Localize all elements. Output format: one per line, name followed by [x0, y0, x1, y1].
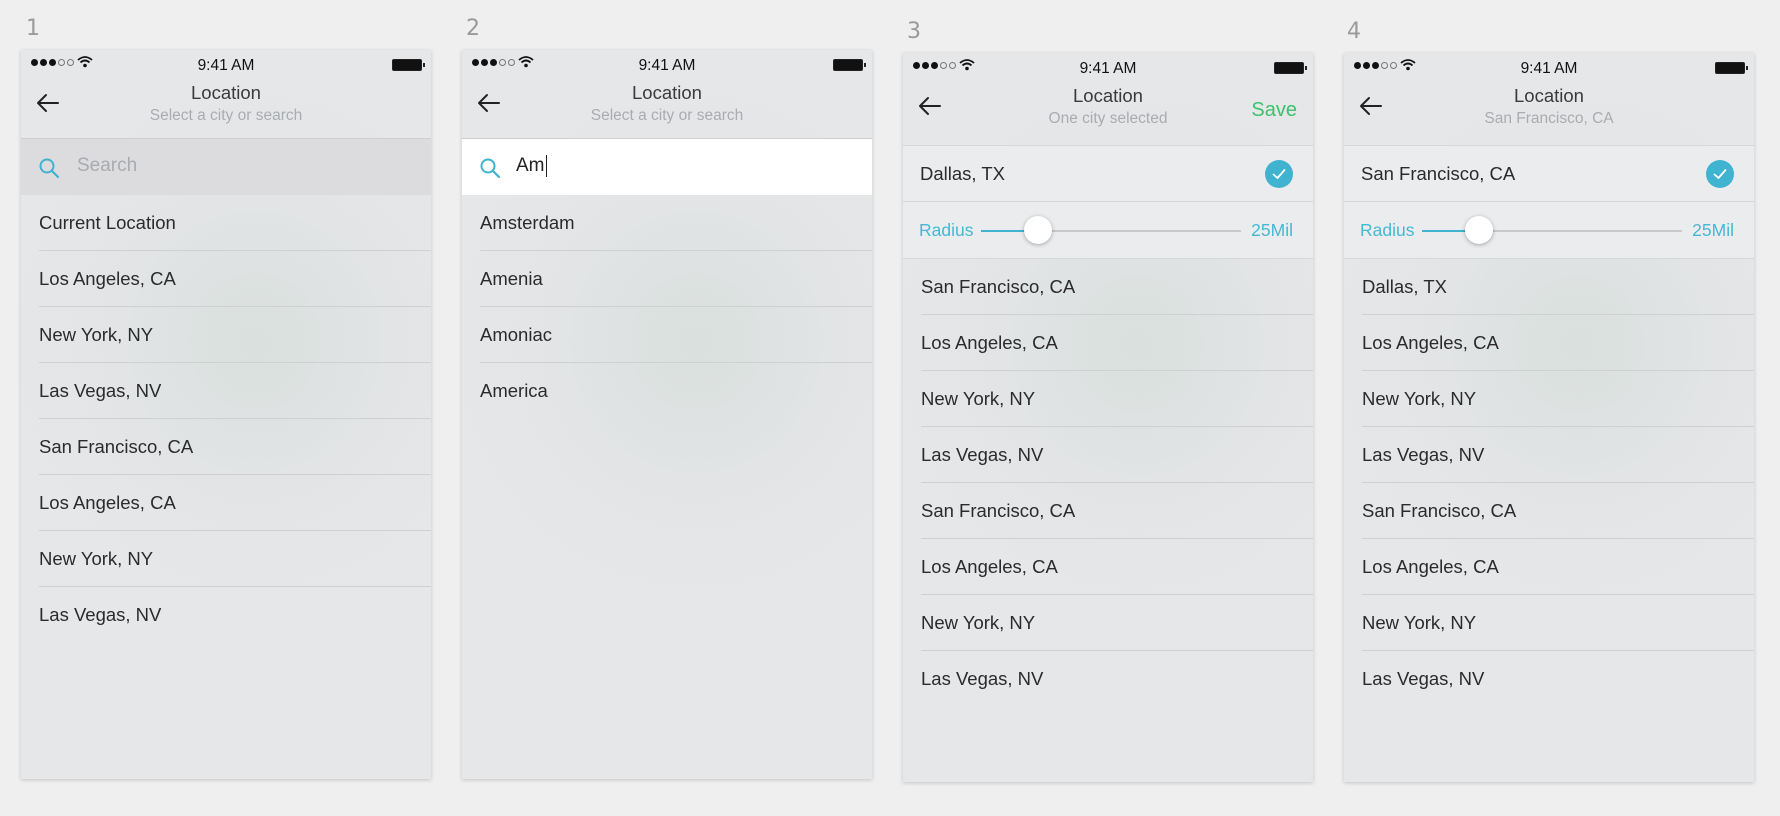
battery-icon [833, 59, 866, 71]
list-item[interactable]: Dallas, TX [1344, 259, 1754, 315]
search-input[interactable]: Am [516, 155, 547, 177]
list-item[interactable]: Los Angeles, CA [21, 251, 431, 307]
list-item[interactable]: Las Vegas, NV [903, 651, 1313, 707]
radius-slider[interactable] [1422, 216, 1682, 244]
search-input[interactable] [75, 154, 399, 178]
slider-thumb[interactable] [1465, 216, 1494, 244]
radius-label: Radius [919, 220, 974, 240]
nav-bar: Location San Francisco, CA [1344, 79, 1754, 145]
list-item[interactable]: New York, NY [21, 531, 431, 587]
list-item[interactable]: Amenia [462, 251, 872, 307]
list-item[interactable]: Los Angeles, CA [903, 539, 1313, 595]
city-list: San Francisco, CA Los Angeles, CA New Yo… [903, 259, 1313, 707]
nav-bar: Location One city selected Save [903, 79, 1313, 145]
page-subtitle: San Francisco, CA [1484, 110, 1614, 127]
list-item[interactable]: New York, NY [903, 595, 1313, 651]
radius-value: 25Mil [1692, 220, 1734, 240]
list-item[interactable]: Los Angeles, CA [21, 475, 431, 531]
page-title: Location [632, 82, 702, 103]
list-item[interactable]: San Francisco, CA [21, 419, 431, 475]
step-number: 1 [26, 16, 40, 41]
status-bar: 9:41 AM [21, 50, 431, 76]
list-item[interactable]: Los Angeles, CA [903, 315, 1313, 371]
search-bar[interactable]: Am [462, 138, 872, 195]
search-results-list: Amsterdam Amenia Amoniac America [462, 195, 872, 419]
battery-icon [392, 59, 425, 71]
list-item[interactable]: Amsterdam [462, 195, 872, 251]
checkmark-circle-icon[interactable] [1706, 160, 1734, 188]
list-item[interactable]: New York, NY [1344, 371, 1754, 427]
status-time: 9:41 AM [1079, 60, 1137, 77]
list-item[interactable]: San Francisco, CA [903, 483, 1313, 539]
battery-icon [1274, 62, 1307, 74]
list-item[interactable]: America [462, 363, 872, 419]
status-bar: 9:41 AM [462, 50, 872, 76]
list-item[interactable]: Las Vegas, NV [21, 363, 431, 419]
page-title: Location [1514, 85, 1584, 106]
radius-row: Radius 25Mil [1344, 202, 1754, 259]
status-time: 9:41 AM [638, 57, 696, 74]
nav-bar: Location Select a city or search [21, 76, 431, 138]
page-subtitle: Select a city or search [149, 107, 303, 124]
list-item[interactable]: Las Vegas, NV [903, 427, 1313, 483]
list-item[interactable]: Los Angeles, CA [1344, 539, 1754, 595]
list-item[interactable]: New York, NY [21, 307, 431, 363]
step-number: 2 [466, 16, 480, 41]
status-bar: 9:41 AM [1344, 53, 1754, 79]
text-caret [545, 155, 547, 177]
radius-slider[interactable] [981, 216, 1241, 244]
city-list: Dallas, TX Los Angeles, CA New York, NY … [1344, 259, 1754, 707]
phone-screen-4: 9:41 AM Location San Francisco, CA San F… [1344, 53, 1754, 782]
selected-city-label: Dallas, TX [920, 163, 1005, 184]
list-item[interactable]: Las Vegas, NV [1344, 651, 1754, 707]
list-item[interactable]: Current Location [21, 195, 431, 251]
checkmark-circle-icon[interactable] [1265, 160, 1293, 188]
list-item[interactable]: Las Vegas, NV [21, 587, 431, 643]
slider-thumb[interactable] [1024, 216, 1053, 244]
list-item[interactable]: New York, NY [903, 371, 1313, 427]
nav-bar: Location Select a city or search [462, 76, 872, 138]
step-number: 3 [907, 19, 921, 44]
selected-city-row[interactable]: San Francisco, CA [1344, 145, 1754, 202]
list-item[interactable]: Los Angeles, CA [1344, 315, 1754, 371]
phone-screen-2: 9:41 AM Location Select a city or search… [462, 50, 872, 779]
save-button[interactable]: Save [1251, 99, 1297, 122]
list-item[interactable]: New York, NY [1344, 595, 1754, 651]
battery-icon [1715, 62, 1748, 74]
selected-city-label: San Francisco, CA [1361, 163, 1516, 184]
step-number: 4 [1347, 19, 1361, 44]
radius-value: 25Mil [1251, 220, 1293, 240]
radius-row: Radius 25Mil [903, 202, 1313, 259]
list-item[interactable]: San Francisco, CA [1344, 483, 1754, 539]
list-item[interactable]: Las Vegas, NV [1344, 427, 1754, 483]
radius-label: Radius [1360, 220, 1415, 240]
search-icon [480, 158, 501, 179]
search-bar [21, 138, 431, 195]
phone-screen-3: 9:41 AM Location One city selected Save … [903, 53, 1313, 782]
status-time: 9:41 AM [1520, 60, 1578, 77]
selected-city-row[interactable]: Dallas, TX [903, 145, 1313, 202]
page-title: Location [191, 82, 261, 103]
status-bar: 9:41 AM [903, 53, 1313, 79]
list-item[interactable]: San Francisco, CA [903, 259, 1313, 315]
city-list: Current Location Los Angeles, CA New Yor… [21, 195, 431, 643]
phone-screen-1: 9:41 AM Location Select a city or search… [21, 50, 431, 779]
search-icon [39, 158, 60, 179]
page-subtitle: Select a city or search [590, 107, 744, 124]
list-item[interactable]: Amoniac [462, 307, 872, 363]
search-value: Am [516, 155, 545, 177]
status-time: 9:41 AM [197, 57, 255, 74]
